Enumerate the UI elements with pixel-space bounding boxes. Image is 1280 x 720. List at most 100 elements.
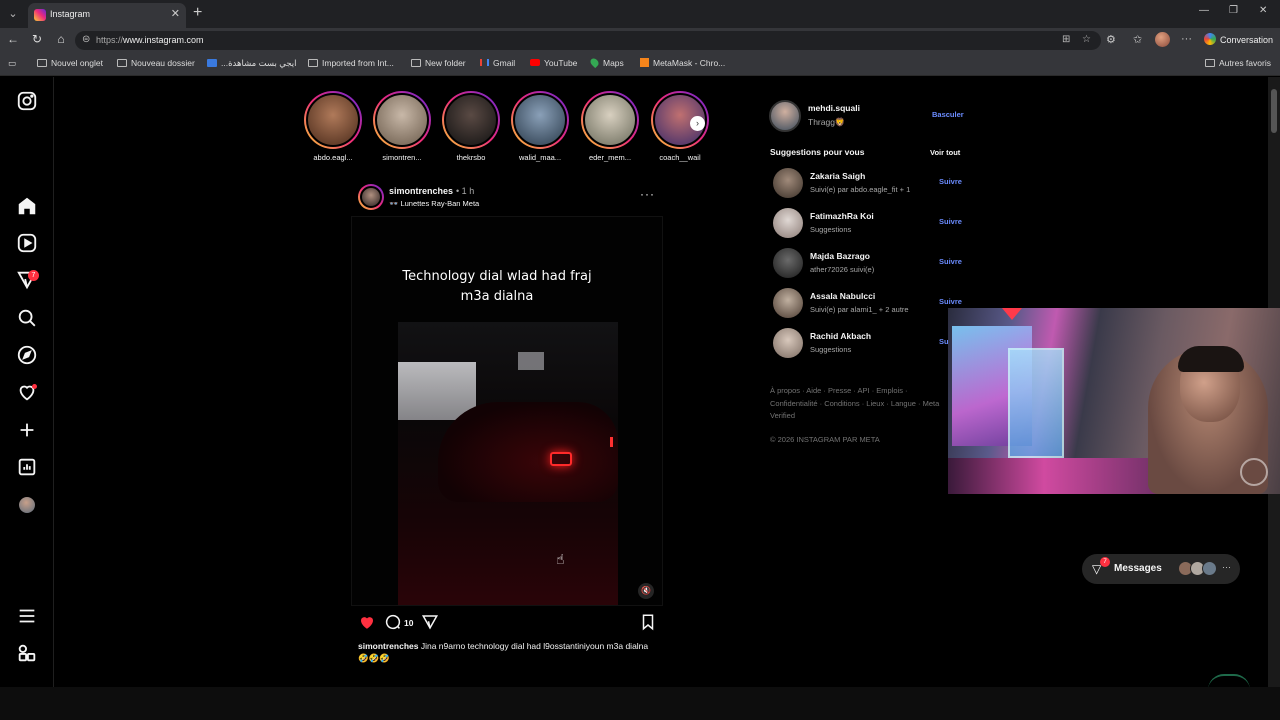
save-bookmark-icon[interactable] xyxy=(639,613,657,631)
story-item[interactable]: abdo.eagl... xyxy=(298,91,368,162)
bookmarks-menu-icon[interactable]: ▭ xyxy=(8,58,16,69)
window-close-icon[interactable]: ✕ xyxy=(1259,5,1267,16)
tab-list-chevron-icon[interactable]: ⌄ xyxy=(4,5,22,23)
app-install-icon[interactable]: ⊞ xyxy=(1062,34,1070,45)
story-item[interactable]: thekrsbo xyxy=(436,91,506,162)
home-icon[interactable]: ⌂ xyxy=(53,32,69,46)
reload-icon[interactable]: ↻ xyxy=(29,32,45,46)
restore-icon[interactable]: ❐ xyxy=(1229,5,1238,16)
also-from-meta-icon[interactable] xyxy=(16,642,38,664)
mute-icon[interactable]: 🔇 xyxy=(638,583,654,599)
instagram-logo-icon[interactable] xyxy=(16,90,38,112)
scrollbar-thumb[interactable] xyxy=(1271,89,1277,133)
suggestion-avatar[interactable] xyxy=(773,328,803,358)
story-item[interactable]: coach__wail xyxy=(645,91,715,162)
create-plus-icon[interactable] xyxy=(16,419,38,441)
bookmark-youtube[interactable]: YouTube xyxy=(530,58,577,68)
messages-label: Messages xyxy=(1114,563,1162,574)
bookmark-star-icon[interactable]: ☆ xyxy=(1082,34,1091,45)
tab-instagram[interactable]: Instagram ✕ xyxy=(28,3,186,28)
search-icon[interactable] xyxy=(16,307,38,329)
suggestion-avatar[interactable] xyxy=(773,288,803,318)
follow-button[interactable]: Suivre xyxy=(939,257,962,266)
story-ring xyxy=(373,91,431,149)
new-tab-plus-icon[interactable]: + xyxy=(193,4,202,22)
story-item[interactable]: walid_maa... xyxy=(505,91,575,162)
messages-button[interactable]: ▽ 7 Messages ··· xyxy=(1082,554,1240,584)
home-icon[interactable] xyxy=(16,195,38,217)
cam-watermark-logo xyxy=(1240,458,1268,486)
bookmark-gmail[interactable]: Gmail xyxy=(480,58,515,68)
suggestion-item: Majda Bazrago ather72026 suivi(e) Suivre xyxy=(773,248,963,278)
favorites-icon[interactable]: ✩ xyxy=(1133,33,1142,46)
more-icon: ··· xyxy=(1222,562,1231,572)
bookmark-nouvel-onglet[interactable]: Nouvel onglet xyxy=(37,58,103,68)
bookmark-egybest[interactable]: ...ايجي بست مشاهدة xyxy=(207,58,297,69)
post-username[interactable]: simontrenches • 1 h xyxy=(389,186,474,196)
post-caption: simontrenches Jina n9arno technology dia… xyxy=(358,640,658,664)
suggestion-subtitle: Suggestions xyxy=(810,345,852,354)
reels-icon[interactable] xyxy=(16,232,38,254)
profile-avatar[interactable] xyxy=(19,497,35,513)
caption-username[interactable]: simontrenches xyxy=(358,641,418,651)
suggestion-name[interactable]: Rachid Akbach xyxy=(810,331,871,341)
footer-links[interactable]: À propos · Aide · Presse · API · Emplois… xyxy=(770,385,940,423)
bookmark-maps[interactable]: Maps xyxy=(588,56,624,69)
suggestion-avatar[interactable] xyxy=(773,168,803,198)
suggestion-name[interactable]: FatimazhRa Koi xyxy=(810,211,874,221)
more-menu-icon[interactable] xyxy=(16,605,38,627)
post-options-icon[interactable]: ··· xyxy=(640,187,655,201)
post-time: • 1 h xyxy=(456,186,475,196)
switch-account-button[interactable]: Basculer xyxy=(932,110,964,119)
explore-compass-icon[interactable] xyxy=(16,344,38,366)
video-caption-text: Technology dial wlad had fraj m3a dialna xyxy=(402,269,592,304)
more-menu-icon[interactable]: ··· xyxy=(1181,33,1192,45)
suggestion-avatar[interactable] xyxy=(773,208,803,238)
bookmark-other-favorites[interactable]: Autres favoris xyxy=(1205,58,1271,68)
dashboard-icon[interactable] xyxy=(16,456,38,478)
suggestions-title: Suggestions pour vous xyxy=(770,147,865,157)
comment-icon[interactable] xyxy=(384,613,402,631)
car-side-light xyxy=(610,437,613,447)
youtube-icon xyxy=(530,59,540,66)
follow-button[interactable]: Suivre xyxy=(939,217,962,226)
bookmark-new-folder[interactable]: New folder xyxy=(411,58,466,68)
see-all-link[interactable]: Voir tout xyxy=(930,148,960,157)
suggestion-avatar[interactable] xyxy=(773,248,803,278)
stories-next-arrow-icon[interactable]: › xyxy=(690,116,705,131)
post-subtitle[interactable]: 👓 Lunettes Ray-Ban Meta xyxy=(389,199,479,208)
post-header: simontrenches • 1 h 👓 Lunettes Ray-Ban Me… xyxy=(357,183,663,211)
share-icon[interactable] xyxy=(421,613,439,631)
post-author-avatar[interactable] xyxy=(358,184,384,210)
back-arrow-icon[interactable]: ← xyxy=(5,32,21,46)
url-text[interactable]: https://www.instagram.com xyxy=(96,35,204,45)
current-user-avatar[interactable] xyxy=(769,100,801,132)
bookmark-imported[interactable]: Imported from Int... xyxy=(308,58,394,68)
suggestion-name[interactable]: Majda Bazrago xyxy=(810,251,870,261)
follow-button[interactable]: Suivre xyxy=(939,297,962,306)
story-item[interactable]: eder_mem... xyxy=(575,91,645,162)
post-video[interactable]: Technology dial wlad had fraj m3a dialna… xyxy=(351,216,663,606)
suggestion-name[interactable]: Assala Nabulcci xyxy=(810,291,875,301)
address-bar[interactable]: ⊜ https://www.instagram.com ⊞ ☆ xyxy=(75,31,1101,50)
extensions-icon[interactable]: ⚙ xyxy=(1106,33,1116,46)
bookmark-nouveau-dossier[interactable]: Nouveau dossier xyxy=(117,58,195,68)
suggestion-name[interactable]: Zakaria Saigh xyxy=(810,171,865,181)
story-item[interactable]: simontren... xyxy=(367,91,437,162)
bookmark-metamask[interactable]: MetaMask - Chro... xyxy=(640,58,725,68)
suggestion-item: FatimazhRa Koi Suggestions Suivre xyxy=(773,208,963,238)
side-navigation: 7 xyxy=(0,77,54,687)
conversation-button[interactable]: Conversation xyxy=(1204,33,1273,45)
profile-avatar-icon[interactable] xyxy=(1155,32,1170,47)
suggestion-subtitle: Suivi(e) par abdo.eagle_fit + 1 xyxy=(810,185,911,194)
story-username: walid_maa... xyxy=(518,153,562,162)
like-heart-icon[interactable] xyxy=(358,613,376,631)
site-info-icon[interactable]: ⊜ xyxy=(82,34,90,45)
current-user-fullname: Thragg🦁 xyxy=(808,117,846,127)
current-username[interactable]: mehdi.squali xyxy=(808,103,860,113)
follow-button[interactable]: Suivre xyxy=(939,177,962,186)
tab-icon xyxy=(37,59,47,67)
tab-close-icon[interactable]: ✕ xyxy=(171,7,180,20)
car-silhouette xyxy=(438,402,618,502)
minimize-icon[interactable]: — xyxy=(1199,5,1209,16)
